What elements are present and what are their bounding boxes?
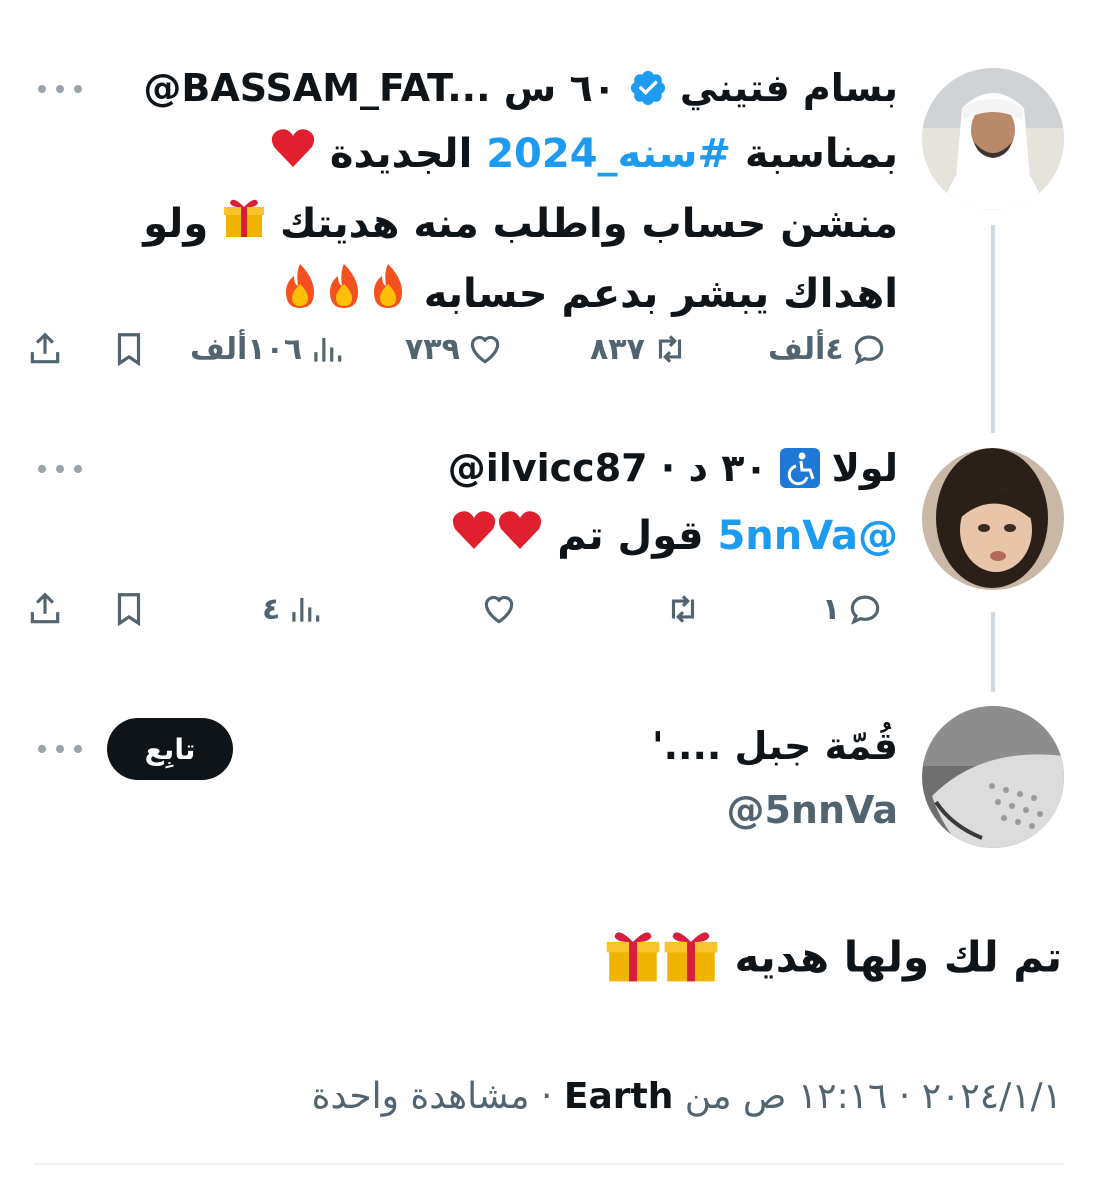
views-icon [292, 597, 320, 622]
source-place: Earth [563, 1076, 674, 1117]
thread-line [991, 612, 995, 692]
views-button[interactable]: ٤ [262, 590, 324, 628]
tweet-header: لولا @ilvicc87 · ٣٠ د [448, 446, 898, 490]
handle-time: @ilvicc87 · ٣٠ د [447, 446, 768, 490]
like-button[interactable] [480, 590, 518, 628]
hashtag-link[interactable]: #سنه_2024 [486, 131, 731, 177]
gift-emoji-icon [604, 926, 662, 994]
heart-emoji-icon [451, 504, 497, 572]
tweet-body: تم لك ولها هديه [604, 926, 1062, 994]
handle-time: @BASSAM_FAT... ٦٠ س [143, 66, 616, 110]
heart-emoji-icon [270, 122, 316, 190]
retweet-icon [671, 595, 695, 623]
heart-emoji-icon [497, 504, 543, 572]
avatar[interactable] [922, 448, 1064, 590]
gift-emoji-icon [662, 926, 720, 994]
share-icon [30, 592, 60, 624]
reply-button[interactable]: ٤ألف [768, 330, 888, 368]
more-options-icon[interactable] [38, 83, 82, 95]
tweet-body: بمناسبة #سنه_2024 الجديدة منشن حساب واطل… [118, 120, 898, 331]
heart-icon [470, 335, 500, 364]
heart-icon [484, 595, 514, 624]
retweet-button[interactable] [664, 590, 702, 628]
fire-emoji-icon [278, 262, 322, 331]
retweet-button[interactable]: ٨٣٧ [590, 330, 689, 368]
views-button[interactable]: ١٠٦ألف [190, 330, 346, 368]
timestamp[interactable]: ٢٠٢٤/١/١ · ١٢:١٦ ص من [673, 1076, 1062, 1117]
fire-emoji-icon [366, 262, 410, 331]
verified-icon [628, 68, 668, 108]
retweet-icon [658, 335, 682, 363]
more-options-icon[interactable] [38, 743, 82, 755]
like-button[interactable]: ٧٣٩ [405, 330, 504, 368]
display-name[interactable]: لولا [832, 446, 898, 490]
reply-icon [851, 595, 880, 625]
gift-emoji-icon [222, 192, 266, 260]
display-name[interactable]: قُمّة جبل ....' [652, 724, 898, 768]
avatar[interactable] [922, 706, 1064, 848]
share-button[interactable] [26, 330, 64, 368]
share-button[interactable] [26, 590, 64, 628]
display-name[interactable]: بسام فتيني [680, 66, 898, 110]
fire-emoji-icon [322, 262, 366, 331]
tweet-meta: ٢٠٢٤/١/١ · ١٢:١٦ ص من Earth · مشاهدة واح… [312, 1076, 1062, 1117]
bookmark-button[interactable] [110, 330, 148, 368]
avatar[interactable] [922, 68, 1064, 210]
thread-line [991, 225, 995, 433]
bookmark-button[interactable] [110, 590, 148, 628]
views-count: · مشاهدة واحدة [311, 1076, 564, 1117]
follow-button[interactable]: تابِع [107, 718, 233, 780]
reply-button[interactable]: ١ [822, 590, 884, 628]
tweet-body: @5nnVa قول تم [118, 502, 898, 572]
mention-link[interactable]: @5nnVa [717, 513, 898, 559]
user-handle[interactable]: @5nnVa [726, 788, 898, 832]
bookmark-icon [117, 333, 141, 367]
reply-icon [854, 335, 883, 365]
bookmark-icon [117, 593, 141, 627]
share-icon [30, 332, 60, 364]
views-icon [314, 337, 342, 362]
wheelchair-emoji-icon [779, 448, 820, 488]
tweet-header: بسام فتيني @BASSAM_FAT... ٦٠ س [143, 66, 898, 110]
more-options-icon[interactable] [38, 463, 82, 475]
divider [34, 1163, 1064, 1165]
